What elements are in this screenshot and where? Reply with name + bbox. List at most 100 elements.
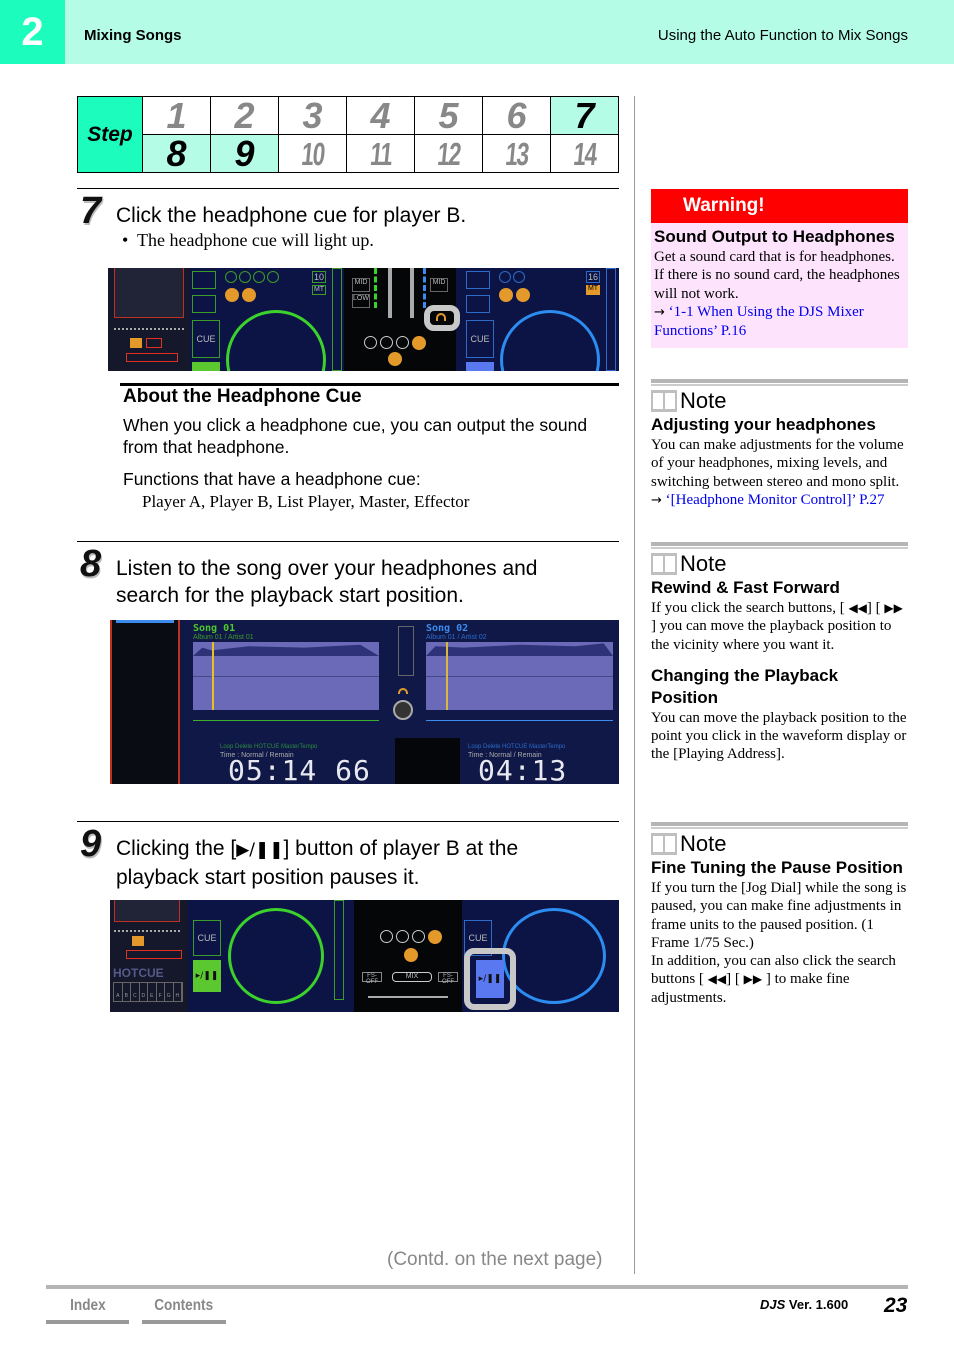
pitch-fader-a xyxy=(332,268,342,371)
screenshot-waveforms: Song 01 Album 01 / Artist 01 Loop Delete… xyxy=(110,620,619,784)
deck-tabs-b: Loop Delete HOTCUE MasterTempo xyxy=(468,744,566,750)
position-bar-a xyxy=(193,720,379,721)
waveform-top-shadow xyxy=(426,643,613,656)
position-bar-b xyxy=(426,720,613,721)
version-info: DJS Ver. 1.600 xyxy=(760,1297,848,1312)
page-number: 23 xyxy=(884,1294,908,1317)
jog-dial-b xyxy=(500,310,600,371)
step-cell-label: 11 xyxy=(368,135,393,172)
step-number: 7 xyxy=(75,190,109,232)
headphone-knob xyxy=(393,700,413,720)
playing-address-a[interactable]: 05:14 66 xyxy=(228,754,371,784)
eq-mid-a: MID xyxy=(352,278,370,292)
note-link[interactable]: ‘[Headphone Monitor Control]’ P.27 xyxy=(666,492,885,508)
effect-active-icon xyxy=(412,336,426,350)
step-cell[interactable]: 14 xyxy=(550,134,619,173)
step-title: Clicking the [▶/❚❚] button of player B a… xyxy=(116,835,518,891)
bpm-box-a: 10 xyxy=(312,271,326,283)
step-cell[interactable]: 1 xyxy=(142,96,211,135)
step-cell-label: 12 xyxy=(435,135,462,172)
rewind-icon: ◀◀ xyxy=(848,601,867,615)
list-area xyxy=(114,268,184,318)
step-cell[interactable]: 11 xyxy=(346,134,415,173)
play-pause-b-highlight[interactable]: ▸/❚❚ xyxy=(464,948,516,1010)
step-cell[interactable]: 3 xyxy=(278,96,347,135)
song-meta-b: Album 01 / Artist 02 xyxy=(426,634,487,641)
effect-active-icon xyxy=(428,930,442,944)
step-cell[interactable]: 13 xyxy=(482,134,551,173)
product-name: DJS xyxy=(760,1297,786,1312)
step-cell[interactable]: 4 xyxy=(346,96,415,135)
note-rewind-ff: Note Rewind & Fast Forward If you click … xyxy=(651,542,908,764)
section-divider xyxy=(77,541,619,542)
step-cell-current[interactable]: 9 xyxy=(210,134,279,173)
step-cell[interactable]: 10 xyxy=(278,134,347,173)
note-body: If you click the search buttons, [ ◀◀] [… xyxy=(651,599,908,654)
playhead-b xyxy=(446,642,448,710)
deck-tabs-a: Loop Delete HOTCUE MasterTempo xyxy=(220,744,318,750)
note-body: In addition, you can also click the sear… xyxy=(651,952,908,1007)
step-cell[interactable]: 12 xyxy=(414,134,483,173)
contents-label: Contents xyxy=(154,1297,214,1314)
step-cell[interactable]: 5 xyxy=(414,96,483,135)
step-cell[interactable]: 6 xyxy=(482,96,551,135)
play-pause-small-icon xyxy=(146,338,162,348)
mt-box-a: MT xyxy=(312,285,326,295)
loop-in-icon xyxy=(499,288,513,302)
column-divider xyxy=(634,96,635,1274)
waveform-b[interactable] xyxy=(426,642,613,710)
note-heading: Fine Tuning the Pause Position xyxy=(651,858,903,877)
hotcue-1-icon xyxy=(499,271,511,283)
tempo-slider xyxy=(398,626,414,676)
loop-in-icon xyxy=(225,288,239,302)
hotcue-4-icon xyxy=(267,271,279,283)
note-body: You can move the playback position to th… xyxy=(651,709,907,763)
about-heading: About the Headphone Cue xyxy=(123,386,362,407)
note-heading: Rewind & Fast Forward xyxy=(651,578,840,597)
hotcue-2-icon xyxy=(513,271,525,283)
headphone-cue-b-highlight[interactable] xyxy=(424,305,460,331)
eq-mid-b: MID xyxy=(430,278,448,292)
footer-bar xyxy=(46,1285,908,1289)
pitch-fader-b xyxy=(606,268,616,371)
loop-out-icon xyxy=(516,288,530,302)
hotcue-key: D xyxy=(140,983,148,1001)
version-number: Ver. 1.600 xyxy=(788,1297,849,1312)
playing-address-b[interactable]: 04:13 02 xyxy=(478,754,619,784)
hotcue-key: B xyxy=(123,983,131,1001)
about-paragraph: When you click a headphone cue, you can … xyxy=(123,415,588,457)
warning-link[interactable]: ‘1-1 When Using the DJS Mixer Functions’… xyxy=(654,304,864,339)
step-number: 8 xyxy=(75,543,109,585)
book-icon xyxy=(651,390,677,412)
step-cell[interactable]: 2 xyxy=(210,96,279,135)
pitch-slider xyxy=(126,950,182,959)
mt-box-b: MT xyxy=(586,285,600,295)
index-link[interactable]: Index xyxy=(46,1296,129,1324)
cue-button-a: CUE xyxy=(193,920,221,956)
note-title: Note xyxy=(651,388,908,414)
hotcue-2-icon xyxy=(239,271,251,283)
effect-icon xyxy=(364,336,377,349)
play-button-a xyxy=(192,362,220,371)
step-bullet: • The headphone cue will light up. xyxy=(122,230,374,250)
hotcue-key: F xyxy=(157,983,165,1001)
note-heading: Changing the Playback Position xyxy=(651,665,839,707)
body-text: ] you can move the playback position to … xyxy=(651,618,892,653)
effect-icon xyxy=(380,930,393,943)
fast-forward-icon: ▶▶ xyxy=(884,601,903,615)
play-pause-button-b: ▸/❚❚ xyxy=(476,960,504,998)
contents-link[interactable]: Contents xyxy=(142,1296,226,1324)
waveform-top-shadow xyxy=(193,644,379,656)
about-functions-list: Player A, Player B, List Player, Master,… xyxy=(142,492,470,511)
song-title-b: Song 02 xyxy=(426,623,469,634)
effect-icon xyxy=(396,336,409,349)
step-cell-current[interactable]: 7 xyxy=(550,96,619,135)
section-divider xyxy=(77,821,619,822)
channel-fader-b xyxy=(410,268,414,318)
step-cell-current[interactable]: 8 xyxy=(142,134,211,173)
screenshot-headphone-cue: CUE 10 MT MID LOW MID CUE 16 MT xyxy=(108,268,619,371)
pitch-slider xyxy=(126,353,178,362)
step-cell-label: 13 xyxy=(503,135,530,172)
body-text: ] [ xyxy=(726,971,740,988)
waveform-a[interactable] xyxy=(193,642,379,710)
